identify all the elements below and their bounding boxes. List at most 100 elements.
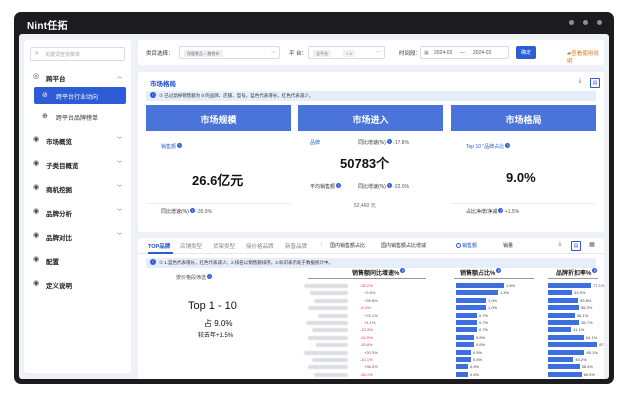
- sidebar-item-cross-platform[interactable]: ◎ 跨平台 ︿: [24, 68, 131, 86]
- discount-bar[interactable]: [548, 357, 574, 362]
- filter-bar: 类目选择： 保健食品 > 膳食补 ﹀ 平 台： 全平台 + 4 ﹀ 时间段： ▦…: [138, 40, 604, 65]
- share-value: 0.7%: [479, 312, 489, 318]
- export-file-icon[interactable]: ▤: [571, 241, 581, 251]
- help-icon[interactable]: ?: [592, 268, 598, 273]
- search-placeholder: 关键词查找菜单: [45, 52, 81, 58]
- metric-label: 品牌: [310, 140, 321, 146]
- platform-tag: 全平台: [313, 50, 331, 57]
- tab-store-type[interactable]: 店铺类型: [180, 242, 202, 250]
- help-icon[interactable]: ?: [505, 143, 511, 148]
- date-range-picker[interactable]: ▦ 2024-02 — 2024-02: [420, 46, 509, 59]
- subtab-volume[interactable]: 销量: [503, 242, 513, 249]
- share-value: 1.0%: [488, 297, 498, 303]
- help-icon[interactable]: ?: [207, 274, 213, 279]
- date-end: 2024-02: [473, 50, 492, 56]
- share-bar[interactable]: [456, 283, 504, 288]
- help-icon[interactable]: ?: [177, 143, 183, 148]
- avg-sales-value: 52,460 元: [354, 203, 376, 209]
- card-header: 市场规模: [146, 105, 291, 131]
- category-select[interactable]: 保健食品 > 膳食补 ﹀: [179, 46, 280, 59]
- share-bar[interactable]: [456, 357, 471, 362]
- menu-search-input[interactable]: ⌕ 关键词查找菜单: [30, 47, 125, 61]
- sidebar-item-brand-analysis[interactable]: ◉ 品牌分析 ﹀: [24, 203, 131, 221]
- download-icon[interactable]: ⤓: [575, 78, 585, 88]
- discount-bar[interactable]: [548, 364, 580, 370]
- share-bar[interactable]: [456, 320, 477, 325]
- share-bar[interactable]: [456, 371, 468, 377]
- help-icon[interactable]: ?: [498, 208, 504, 213]
- sidebar-item-label: 品牌对比: [46, 235, 72, 242]
- subtab-domestic-share-change[interactable]: 国内销售额占比增减: [381, 242, 426, 249]
- sidebar-item-opportunity[interactable]: ◉ 商机挖掘 ﹀: [24, 179, 131, 197]
- share-bar[interactable]: [456, 305, 486, 311]
- tab-shelf-type[interactable]: 货架类型: [213, 242, 235, 250]
- sidebar-item-settings[interactable]: ◉ 配置: [24, 251, 131, 269]
- share-bar[interactable]: [456, 334, 474, 340]
- close-dot[interactable]: [597, 20, 602, 25]
- discount-bar[interactable]: [548, 297, 579, 303]
- confirm-button[interactable]: 确定: [516, 46, 536, 59]
- brand-name-blurred: [316, 343, 348, 348]
- chevron-down-icon: ﹀: [375, 51, 381, 57]
- share-bar[interactable]: [456, 364, 468, 370]
- discount-bar[interactable]: [548, 312, 575, 318]
- yoy-value: -24.0%: [360, 334, 373, 340]
- panel-title: 市场格局: [150, 81, 176, 88]
- sidebar-item-subcategory[interactable]: ◉ 子类目概览 ﹀: [24, 155, 131, 173]
- sidebar-item-cross-platform-brand-list[interactable]: ⊕ 跨平台品牌榜单: [34, 108, 126, 125]
- sales-value: 26.6亿元: [192, 173, 244, 188]
- subtab-domestic-share[interactable]: 国内销售额占比: [330, 242, 365, 249]
- discount-bar[interactable]: [548, 371, 582, 377]
- share-bar[interactable]: [456, 290, 498, 296]
- yoy-value: +1.1%: [364, 320, 376, 325]
- app-content: ⌕ 关键词查找菜单 ◎ 跨平台 ︿ ⊘ 跨平台行业动向 ⊕ 跨平台品牌榜单 ◉ …: [19, 34, 609, 379]
- discount-bar[interactable]: [548, 305, 579, 311]
- share-bar[interactable]: [456, 312, 477, 318]
- maximize-dot[interactable]: [583, 20, 588, 25]
- discount-value: 55.3%: [580, 305, 593, 311]
- sidebar-item-cross-platform-trend[interactable]: ⊘ 跨平台行业动向: [34, 87, 126, 104]
- help-icon[interactable]: ?: [189, 208, 195, 213]
- tab-top-brands[interactable]: TOP品牌: [148, 242, 170, 250]
- discount-bar[interactable]: [548, 334, 584, 340]
- tab-price-brand[interactable]: 接价格品牌: [246, 242, 274, 250]
- discount-bar[interactable]: [548, 327, 572, 333]
- help-icon[interactable]: ?: [386, 139, 392, 144]
- sidebar-item-market-overview[interactable]: ◉ 市场概览 ﹀: [24, 131, 131, 149]
- platform-select[interactable]: 全平台 + 4 ﹀: [308, 46, 385, 59]
- help-icon[interactable]: ?: [400, 268, 406, 273]
- discount-value: 56.4%: [581, 364, 593, 370]
- download-icon[interactable]: ⤓: [555, 241, 565, 251]
- help-icon[interactable]: ?: [386, 183, 392, 188]
- share-bar[interactable]: [456, 342, 474, 348]
- discount-bar[interactable]: [548, 290, 573, 296]
- share-bar[interactable]: [456, 327, 477, 333]
- share-bar[interactable]: [456, 349, 471, 355]
- sidebar-item-definitions[interactable]: ◉ 定义说明: [24, 275, 131, 293]
- export-file-icon[interactable]: ▤: [590, 78, 600, 88]
- help-icon[interactable]: ?: [496, 268, 502, 273]
- share-bar[interactable]: [456, 297, 486, 303]
- sidebar-item-brand-compare[interactable]: ◉ 品牌对比 ﹀: [24, 227, 131, 245]
- title-bar: Nint任拓: [14, 12, 614, 34]
- discount-value: 60.0%: [583, 371, 595, 377]
- category-label: 类目选择：: [146, 51, 174, 57]
- help-icon[interactable]: ?: [336, 183, 342, 188]
- minimize-dot[interactable]: [569, 20, 574, 25]
- discount-bar[interactable]: [548, 342, 598, 348]
- yoy-value: +76.1%: [364, 312, 378, 318]
- table-view-icon[interactable]: ▦: [587, 241, 597, 251]
- help-link[interactable]: ▰查看使用说明: [567, 49, 604, 65]
- subtab-sales[interactable]: 销售额: [456, 242, 477, 249]
- rank-yoy: 较去年+1.5%: [198, 333, 234, 339]
- yoy-value: +2.6%: [364, 290, 376, 296]
- plus-circle-icon: ⊕: [42, 113, 48, 120]
- discount-bar[interactable]: [548, 320, 580, 325]
- yoy-row: 同比增速(%)? -35.9%: [161, 208, 213, 215]
- discount-bar[interactable]: [548, 349, 585, 355]
- chart-icon: ◉: [33, 208, 40, 215]
- discount-bar[interactable]: [548, 283, 592, 288]
- tab-new-brands[interactable]: 新晋品牌: [285, 242, 307, 250]
- card-divider: [451, 203, 596, 204]
- price-filter-label[interactable]: 按价格段筛选?: [176, 274, 213, 281]
